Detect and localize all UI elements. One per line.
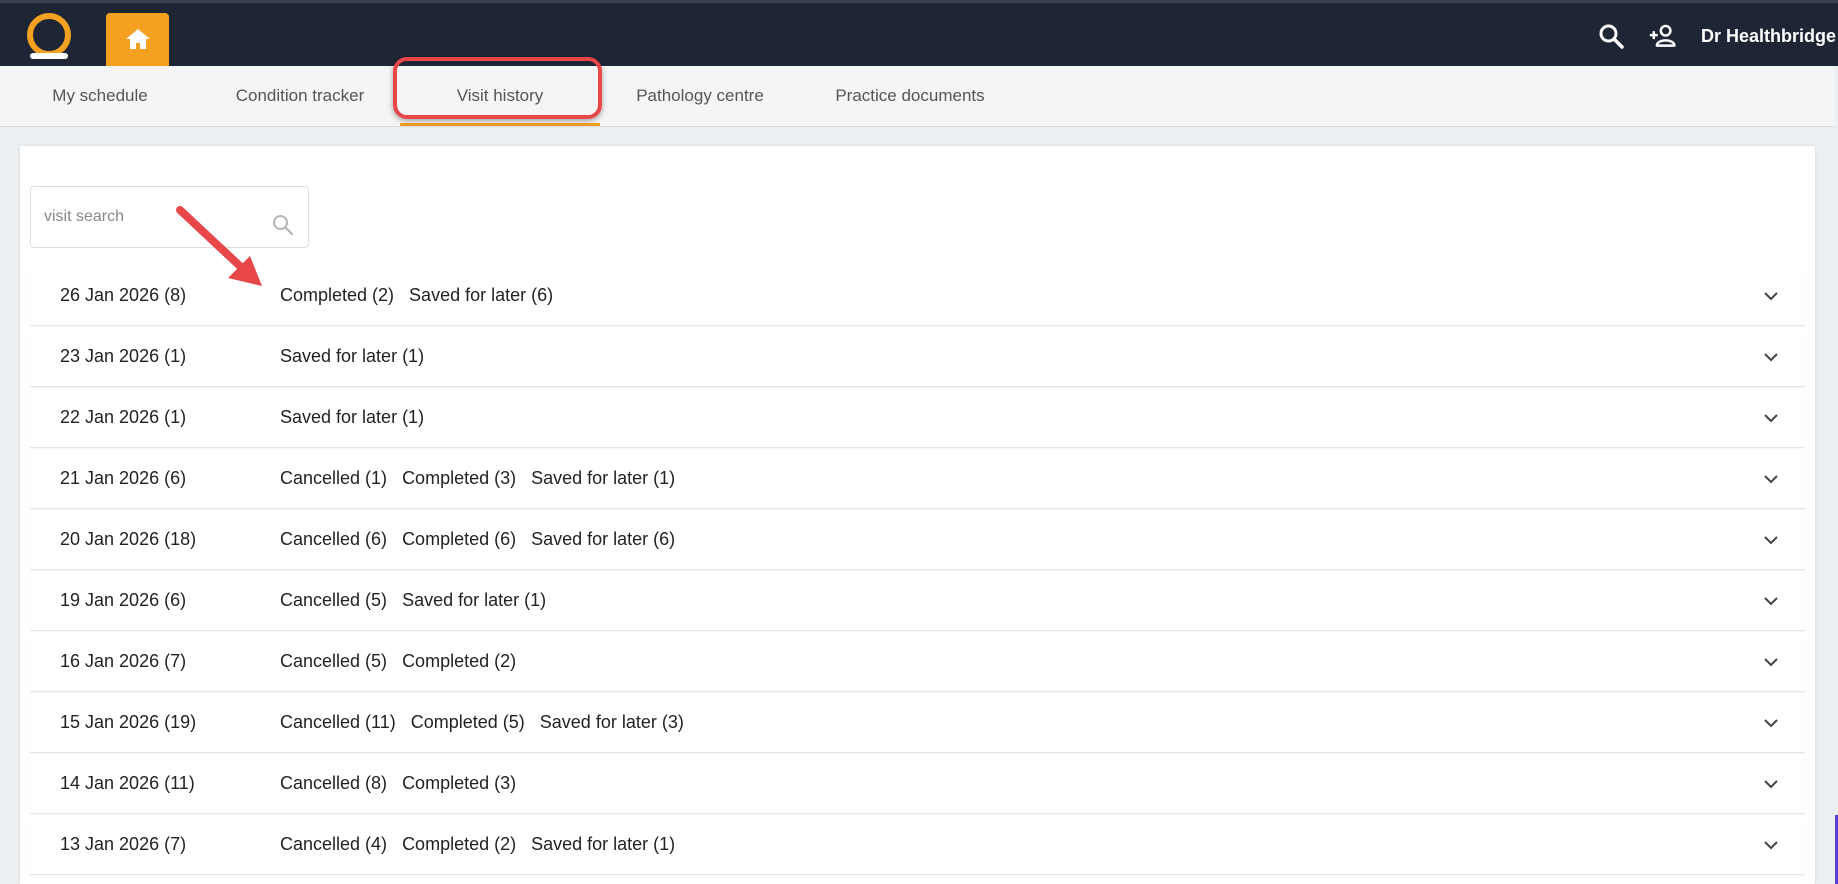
logo-icon[interactable] bbox=[22, 11, 76, 65]
add-person-icon[interactable] bbox=[1649, 22, 1677, 50]
status-count: Completed (2) bbox=[280, 285, 395, 305]
chevron-down-icon[interactable] bbox=[1761, 774, 1781, 794]
visit-row[interactable]: 15 Jan 2026 (19) Cancelled (11) Completed… bbox=[30, 693, 1805, 753]
status-count: Cancelled (5) bbox=[280, 651, 388, 671]
visit-row[interactable]: 23 Jan 2026 (1) Saved for later (1) bbox=[30, 327, 1805, 387]
visit-statuses: Cancelled (1) Completed (3) Saved for late… bbox=[280, 449, 690, 507]
visit-row[interactable]: 21 Jan 2026 (6) Cancelled (1) Completed (… bbox=[30, 449, 1805, 509]
home-icon bbox=[125, 27, 151, 56]
visit-row[interactable]: 20 Jan 2026 (18) Cancelled (6) Completed … bbox=[30, 510, 1805, 570]
visit-date: 15 Jan 2026 (19) bbox=[60, 712, 197, 732]
chevron-down-icon[interactable] bbox=[1761, 530, 1781, 550]
visit-date: 16 Jan 2026 (7) bbox=[60, 651, 187, 671]
visit-date: 21 Jan 2026 (6) bbox=[60, 468, 187, 488]
status-count: Saved for later (1) bbox=[280, 346, 425, 366]
visit-row[interactable]: 13 Jan 2026 (7) Cancelled (4) Completed (… bbox=[30, 815, 1805, 875]
visit-statuses: Cancelled (8) Completed (3) bbox=[280, 754, 531, 812]
visit-date: 26 Jan 2026 (8) bbox=[60, 285, 187, 305]
status-count: Cancelled (1) bbox=[280, 468, 388, 488]
visit-history-panel: 26 Jan 2026 (8) Completed (2) Saved for l… bbox=[20, 146, 1815, 884]
visit-statuses: Cancelled (5) Completed (2) bbox=[280, 632, 531, 690]
visit-row[interactable]: 26 Jan 2026 (8) Completed (2) Saved for l… bbox=[30, 266, 1805, 326]
header-actions: Dr Healthbridge bbox=[1597, 3, 1838, 69]
chevron-down-icon[interactable] bbox=[1761, 713, 1781, 733]
status-count: Completed (3) bbox=[402, 468, 517, 488]
visit-row[interactable]: 19 Jan 2026 (6) Cancelled (5) Saved for l… bbox=[30, 571, 1805, 631]
status-count: Cancelled (8) bbox=[280, 773, 388, 793]
visit-date: 23 Jan 2026 (1) bbox=[60, 346, 187, 366]
status-count: Completed (5) bbox=[410, 712, 525, 732]
tab-practice-documents[interactable]: Practice documents bbox=[820, 66, 1000, 126]
visit-statuses: Cancelled (6) Completed (6) Saved for late… bbox=[280, 510, 690, 568]
search-icon[interactable] bbox=[271, 213, 295, 237]
chevron-down-icon[interactable] bbox=[1761, 347, 1781, 367]
tab-condition-tracker[interactable]: Condition tracker bbox=[220, 66, 380, 126]
status-count: Saved for later (1) bbox=[402, 590, 547, 610]
status-count: Cancelled (4) bbox=[280, 834, 388, 854]
status-count: Completed (6) bbox=[402, 529, 517, 549]
visit-date: 22 Jan 2026 (1) bbox=[60, 407, 187, 427]
status-count: Completed (3) bbox=[402, 773, 517, 793]
status-count: Saved for later (6) bbox=[409, 285, 554, 305]
user-name[interactable]: Dr Healthbridge bbox=[1701, 26, 1836, 47]
visit-date: 19 Jan 2026 (6) bbox=[60, 590, 187, 610]
visit-statuses: Saved for later (1) bbox=[280, 388, 439, 446]
visit-row[interactable]: 16 Jan 2026 (7) Cancelled (5) Completed (… bbox=[30, 632, 1805, 692]
status-count: Cancelled (11) bbox=[280, 712, 396, 732]
status-count: Saved for later (3) bbox=[539, 712, 684, 732]
visit-statuses: Saved for later (1) bbox=[280, 327, 439, 385]
visit-statuses: Cancelled (4) Completed (2) Saved for late… bbox=[280, 815, 690, 873]
search-box bbox=[30, 186, 309, 248]
tab-visit-history[interactable]: Visit history bbox=[400, 66, 600, 126]
visit-date: 14 Jan 2026 (11) bbox=[60, 773, 195, 793]
status-count: Completed (2) bbox=[402, 834, 517, 854]
status-count: Saved for later (1) bbox=[280, 407, 425, 427]
status-count: Saved for later (1) bbox=[531, 468, 676, 488]
tab-my-schedule[interactable]: My schedule bbox=[40, 66, 160, 126]
visit-date: 20 Jan 2026 (18) bbox=[60, 529, 197, 549]
visit-statuses: Cancelled (5) Saved for later (1) bbox=[280, 571, 561, 629]
status-count: Completed (2) bbox=[402, 651, 517, 671]
chevron-down-icon[interactable] bbox=[1761, 652, 1781, 672]
home-button[interactable] bbox=[106, 13, 169, 69]
status-count: Cancelled (5) bbox=[280, 590, 388, 610]
chevron-down-icon[interactable] bbox=[1761, 469, 1781, 489]
chevron-down-icon[interactable] bbox=[1761, 835, 1781, 855]
chevron-down-icon[interactable] bbox=[1761, 408, 1781, 428]
top-navigation-bar: Dr Healthbridge bbox=[0, 0, 1838, 69]
visit-statuses: Completed (2) Saved for later (6) bbox=[280, 266, 568, 324]
tab-bar: My schedule Condition tracker Visit hist… bbox=[0, 66, 1835, 127]
search-icon[interactable] bbox=[1597, 22, 1625, 50]
visit-search-input[interactable] bbox=[32, 188, 252, 246]
status-count: Cancelled (6) bbox=[280, 529, 388, 549]
visit-date-list: 26 Jan 2026 (8) Completed (2) Saved for l… bbox=[30, 266, 1805, 876]
chevron-down-icon[interactable] bbox=[1761, 591, 1781, 611]
status-count: Saved for later (1) bbox=[531, 834, 676, 854]
visit-row[interactable]: 22 Jan 2026 (1) Saved for later (1) bbox=[30, 388, 1805, 448]
status-count: Saved for later (6) bbox=[531, 529, 676, 549]
visit-statuses: Cancelled (11) Completed (5) Saved for lat… bbox=[280, 693, 699, 751]
visit-row[interactable]: 14 Jan 2026 (11) Cancelled (8) Completed … bbox=[30, 754, 1805, 814]
chevron-down-icon[interactable] bbox=[1761, 286, 1781, 306]
tab-pathology-centre[interactable]: Pathology centre bbox=[620, 66, 780, 126]
visit-date: 13 Jan 2026 (7) bbox=[60, 834, 187, 854]
